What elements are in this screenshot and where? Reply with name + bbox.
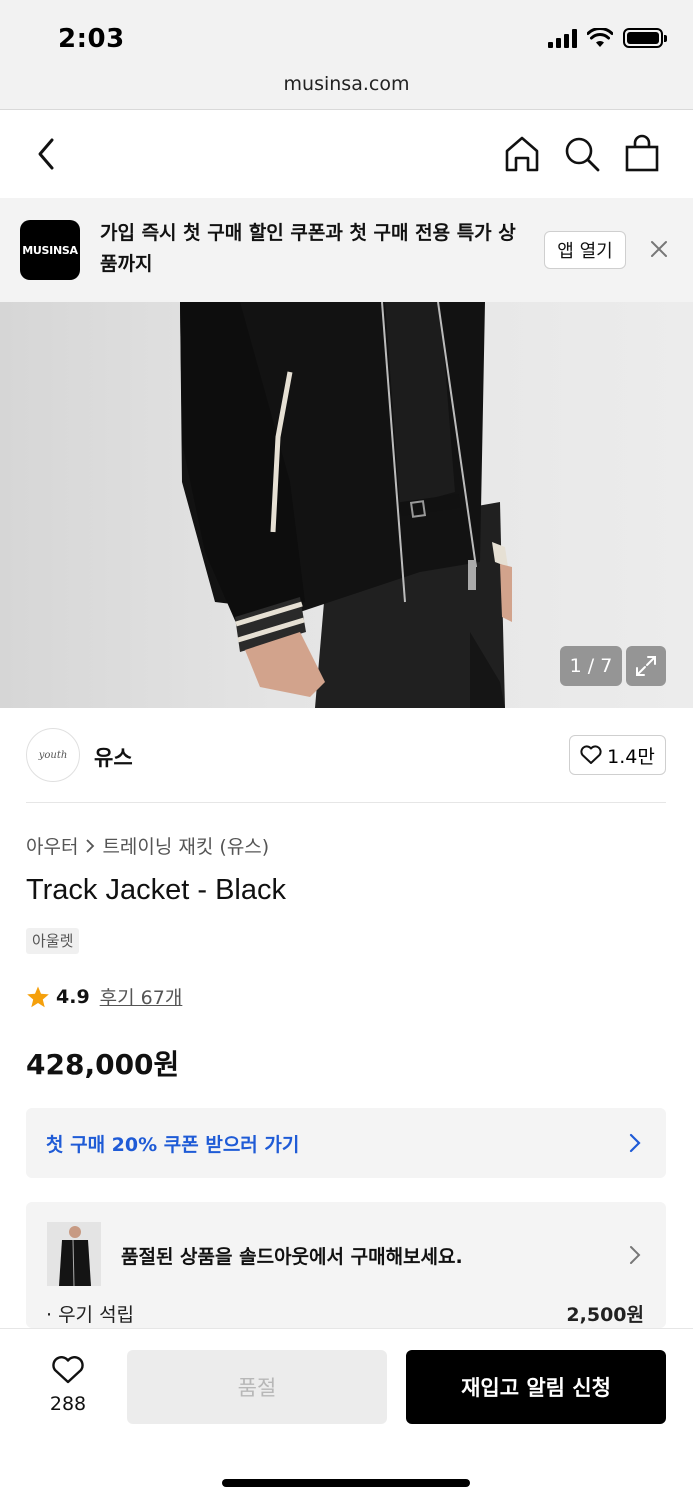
heart-icon [52,1356,84,1384]
product-title: Track Jacket - Black [26,874,286,906]
search-icon[interactable] [562,134,602,174]
star-icon [27,986,49,1007]
brand-row: youth 유스 1.4만 [26,708,666,803]
battery-icon [623,28,667,48]
breadcrumb-subcategory[interactable]: 트레이닝 재킷 (유스) [102,832,269,859]
breadcrumb-category[interactable]: 아우터 [26,832,78,859]
rating-row: 4.9 후기 67개 [26,983,182,1010]
coupon-label: 첫 구매 20% 쿠폰 받으러 가기 [46,1134,300,1156]
outlet-tag: 아울렛 [26,928,80,954]
home-indicator [222,1479,470,1487]
rating-score: 4.9 [56,985,90,1008]
status-icons [548,28,667,48]
soldout-button: 품절 [127,1350,387,1424]
cellular-signal-icon [548,28,577,48]
reviews-link[interactable]: 후기 67개 [100,983,183,1010]
first-purchase-coupon-banner[interactable]: 첫 구매 20% 쿠폰 받으러 가기 [26,1108,666,1178]
bottom-action-bar: 288 품절 재입고 알림 신청 [0,1328,693,1500]
product-price: 428,000원 [26,1048,180,1081]
chevron-right-icon [86,838,95,853]
soldout-thumbnail [47,1222,101,1286]
banner-message: 가입 즉시 첫 구매 할인 쿠폰과 첫 구매 전용 특가 상품까지 [100,222,516,275]
back-arrow-icon[interactable] [32,136,64,172]
shopping-bag-icon[interactable] [622,134,662,174]
soldout-message: 품절된 상품을 솔드아웃에서 구매해보세요. [121,1246,463,1268]
expand-icon [636,656,656,676]
image-counter: 1 / 7 [560,646,622,686]
brand-logo[interactable]: youth [26,728,80,782]
open-app-button[interactable]: 앱 열기 [544,231,626,269]
heart-icon [580,745,602,764]
expand-image-button[interactable] [626,646,666,686]
wishlist-button[interactable]: 288 [40,1355,96,1415]
app-install-banner: MUSINSA 가입 즉시 첫 구매 할인 쿠폰과 첫 구매 전용 특가 상품까… [0,198,693,302]
wifi-icon [587,28,613,47]
brand-like-button[interactable]: 1.4만 [569,735,666,775]
close-icon[interactable] [648,238,670,260]
brand-like-count: 1.4만 [607,745,655,768]
top-navigation [0,110,693,198]
status-time: 2:03 [58,24,125,54]
shipping-info-label: · 우기 석립 [46,1304,135,1326]
url-bar[interactable]: musinsa.com [0,68,693,110]
wishlist-count: 288 [49,1393,87,1415]
chevron-right-icon [630,1246,641,1264]
chevron-right-icon [629,1133,641,1153]
musinsa-logo: MUSINSA [20,220,80,280]
breadcrumb: 아우터 트레이닝 재킷 (유스) [26,832,269,859]
home-icon[interactable] [502,134,542,174]
soldout-marketplace-card[interactable]: 품절된 상품을 솔드아웃에서 구매해보세요. · 우기 석립 2,500원 [26,1202,666,1328]
restock-alert-button[interactable]: 재입고 알림 신청 [406,1350,666,1424]
brand-name[interactable]: 유스 [94,742,133,772]
status-bar: 2:03 [0,0,693,68]
shipping-info-value: 2,500원 [566,1304,644,1326]
